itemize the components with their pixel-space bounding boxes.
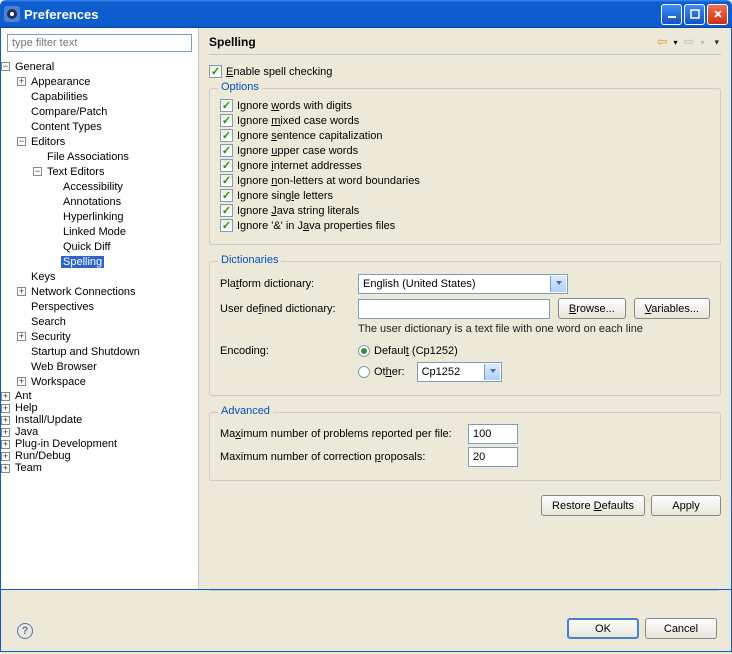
forward-menu-icon[interactable]: ▾ xyxy=(698,38,706,47)
encoding-label: Encoding: xyxy=(220,345,346,357)
tree-item-security[interactable]: +Security xyxy=(17,329,198,344)
user-dictionary-input[interactable] xyxy=(358,299,550,319)
tree-item-run-debug[interactable]: +Run/Debug xyxy=(1,450,198,462)
max-problems-input[interactable] xyxy=(468,424,518,444)
checkbox-icon xyxy=(220,174,233,187)
forward-icon[interactable]: ⇨ xyxy=(682,34,697,50)
radio-icon xyxy=(358,345,370,357)
checkbox-icon xyxy=(220,204,233,217)
app-icon xyxy=(4,6,20,22)
filter-input[interactable] xyxy=(7,34,192,52)
tree-item-network[interactable]: +Network Connections xyxy=(17,284,198,299)
ignore-nonletters-checkbox[interactable]: Ignore non-letters at word boundaries xyxy=(220,174,710,187)
tree-item-capabilities[interactable]: Capabilities xyxy=(17,89,198,104)
tree-item-install-update[interactable]: +Install/Update xyxy=(1,414,198,426)
view-menu-icon[interactable]: ▾ xyxy=(712,37,721,48)
tree-item-accessibility[interactable]: Accessibility xyxy=(49,179,198,194)
checkbox-icon xyxy=(220,99,233,112)
tree-item-ant[interactable]: +Ant xyxy=(1,390,198,402)
sidebar: −General +Appearance Capabilities Compar… xyxy=(1,28,199,589)
platform-dictionary-select[interactable]: English (United States) xyxy=(358,274,568,294)
tree-item-startup[interactable]: Startup and Shutdown xyxy=(17,344,198,359)
encoding-default-radio[interactable]: Default (Cp1252) xyxy=(358,345,458,357)
preferences-tree[interactable]: −General +Appearance Capabilities Compar… xyxy=(1,56,198,589)
tree-item-search[interactable]: Search xyxy=(17,314,198,329)
back-icon[interactable]: ⇦ xyxy=(655,34,670,50)
tree-item-compare-patch[interactable]: Compare/Patch xyxy=(17,104,198,119)
tree-item-editors[interactable]: −Editors xyxy=(17,134,198,149)
enable-label: Enable spell checking xyxy=(226,66,332,78)
ignore-digits-checkbox[interactable]: Ignore words with digits xyxy=(220,99,710,112)
help-icon[interactable]: ? xyxy=(17,623,33,639)
tree-item-file-associations[interactable]: File Associations xyxy=(33,149,198,164)
user-dictionary-label: User defined dictionary: xyxy=(220,303,350,315)
tree-item-general[interactable]: −General xyxy=(1,59,198,74)
ignore-upper-checkbox[interactable]: Ignore upper case words xyxy=(220,144,710,157)
tree-item-hyperlinking[interactable]: Hyperlinking xyxy=(49,209,198,224)
checkbox-icon xyxy=(220,219,233,232)
dictionaries-title: Dictionaries xyxy=(218,254,281,266)
dictionaries-group: Dictionaries Platform dictionary: Englis… xyxy=(209,261,721,396)
radio-icon xyxy=(358,366,370,378)
tree-item-help[interactable]: +Help xyxy=(1,402,198,414)
ignore-mixed-case-checkbox[interactable]: Ignore mixed case words xyxy=(220,114,710,127)
tree-item-workspace[interactable]: +Workspace xyxy=(17,374,198,389)
max-proposals-label: Maximum number of correction proposals: xyxy=(220,451,460,463)
titlebar: Preferences xyxy=(0,0,732,28)
checkbox-icon xyxy=(220,189,233,202)
page-title: Spelling xyxy=(209,35,655,49)
tree-item-web-browser[interactable]: Web Browser xyxy=(17,359,198,374)
tree-item-text-editors[interactable]: −Text Editors xyxy=(33,164,198,179)
tree-item-perspectives[interactable]: Perspectives xyxy=(17,299,198,314)
max-problems-label: Maximum number of problems reported per … xyxy=(220,428,460,440)
checkbox-icon xyxy=(220,129,233,142)
ignore-sentence-checkbox[interactable]: Ignore sentence capitalization xyxy=(220,129,710,142)
tree-item-java[interactable]: +Java xyxy=(1,426,198,438)
ignore-internet-checkbox[interactable]: Ignore internet addresses xyxy=(220,159,710,172)
encoding-other-select[interactable]: Cp1252 xyxy=(417,362,502,382)
options-group: Options Ignore words with digits Ignore … xyxy=(209,88,721,245)
tree-item-annotations[interactable]: Annotations xyxy=(49,194,198,209)
close-button[interactable] xyxy=(707,4,728,25)
encoding-other-radio[interactable]: Other: xyxy=(358,366,405,378)
ignore-java-string-checkbox[interactable]: Ignore Java string literals xyxy=(220,204,710,217)
minimize-button[interactable] xyxy=(661,4,682,25)
ok-button[interactable]: OK xyxy=(567,618,639,639)
cancel-button[interactable]: Cancel xyxy=(645,618,717,639)
checkbox-icon xyxy=(220,144,233,157)
ignore-single-checkbox[interactable]: Ignore single letters xyxy=(220,189,710,202)
checkbox-icon xyxy=(220,159,233,172)
tree-item-quick-diff[interactable]: Quick Diff xyxy=(49,239,198,254)
tree-item-content-types[interactable]: Content Types xyxy=(17,119,198,134)
tree-item-appearance[interactable]: +Appearance xyxy=(17,74,198,89)
tree-item-team[interactable]: +Team xyxy=(1,462,198,474)
apply-button[interactable]: Apply xyxy=(651,495,721,516)
tree-item-spelling[interactable]: Spelling xyxy=(49,254,198,269)
advanced-title: Advanced xyxy=(218,405,273,417)
platform-dictionary-label: Platform dictionary: xyxy=(220,278,350,290)
variables-button[interactable]: Variables... xyxy=(634,298,710,319)
restore-defaults-button[interactable]: Restore Defaults xyxy=(541,495,645,516)
enable-spell-checking-checkbox[interactable]: Enable spell checking xyxy=(209,65,721,78)
tree-item-keys[interactable]: Keys xyxy=(17,269,198,284)
user-dictionary-hint: The user dictionary is a text file with … xyxy=(358,323,710,335)
dialog-button-bar: ? OK Cancel xyxy=(0,590,732,652)
tree-item-linked-mode[interactable]: Linked Mode xyxy=(49,224,198,239)
content-pane: Spelling ⇦▾ ⇨▾ ▾ Enable spell checking O… xyxy=(199,28,731,589)
window-title: Preferences xyxy=(24,7,661,22)
advanced-group: Advanced Maximum number of problems repo… xyxy=(209,412,721,481)
back-menu-icon[interactable]: ▾ xyxy=(672,38,680,47)
checkbox-icon xyxy=(220,114,233,127)
checkbox-icon xyxy=(209,65,222,78)
ignore-ampersand-checkbox[interactable]: Ignore '&' in Java properties files xyxy=(220,219,710,232)
max-proposals-input[interactable] xyxy=(468,447,518,467)
options-title: Options xyxy=(218,81,262,93)
maximize-button[interactable] xyxy=(684,4,705,25)
browse-button[interactable]: Browse... xyxy=(558,298,626,319)
tree-item-plugin-dev[interactable]: +Plug-in Development xyxy=(1,438,198,450)
